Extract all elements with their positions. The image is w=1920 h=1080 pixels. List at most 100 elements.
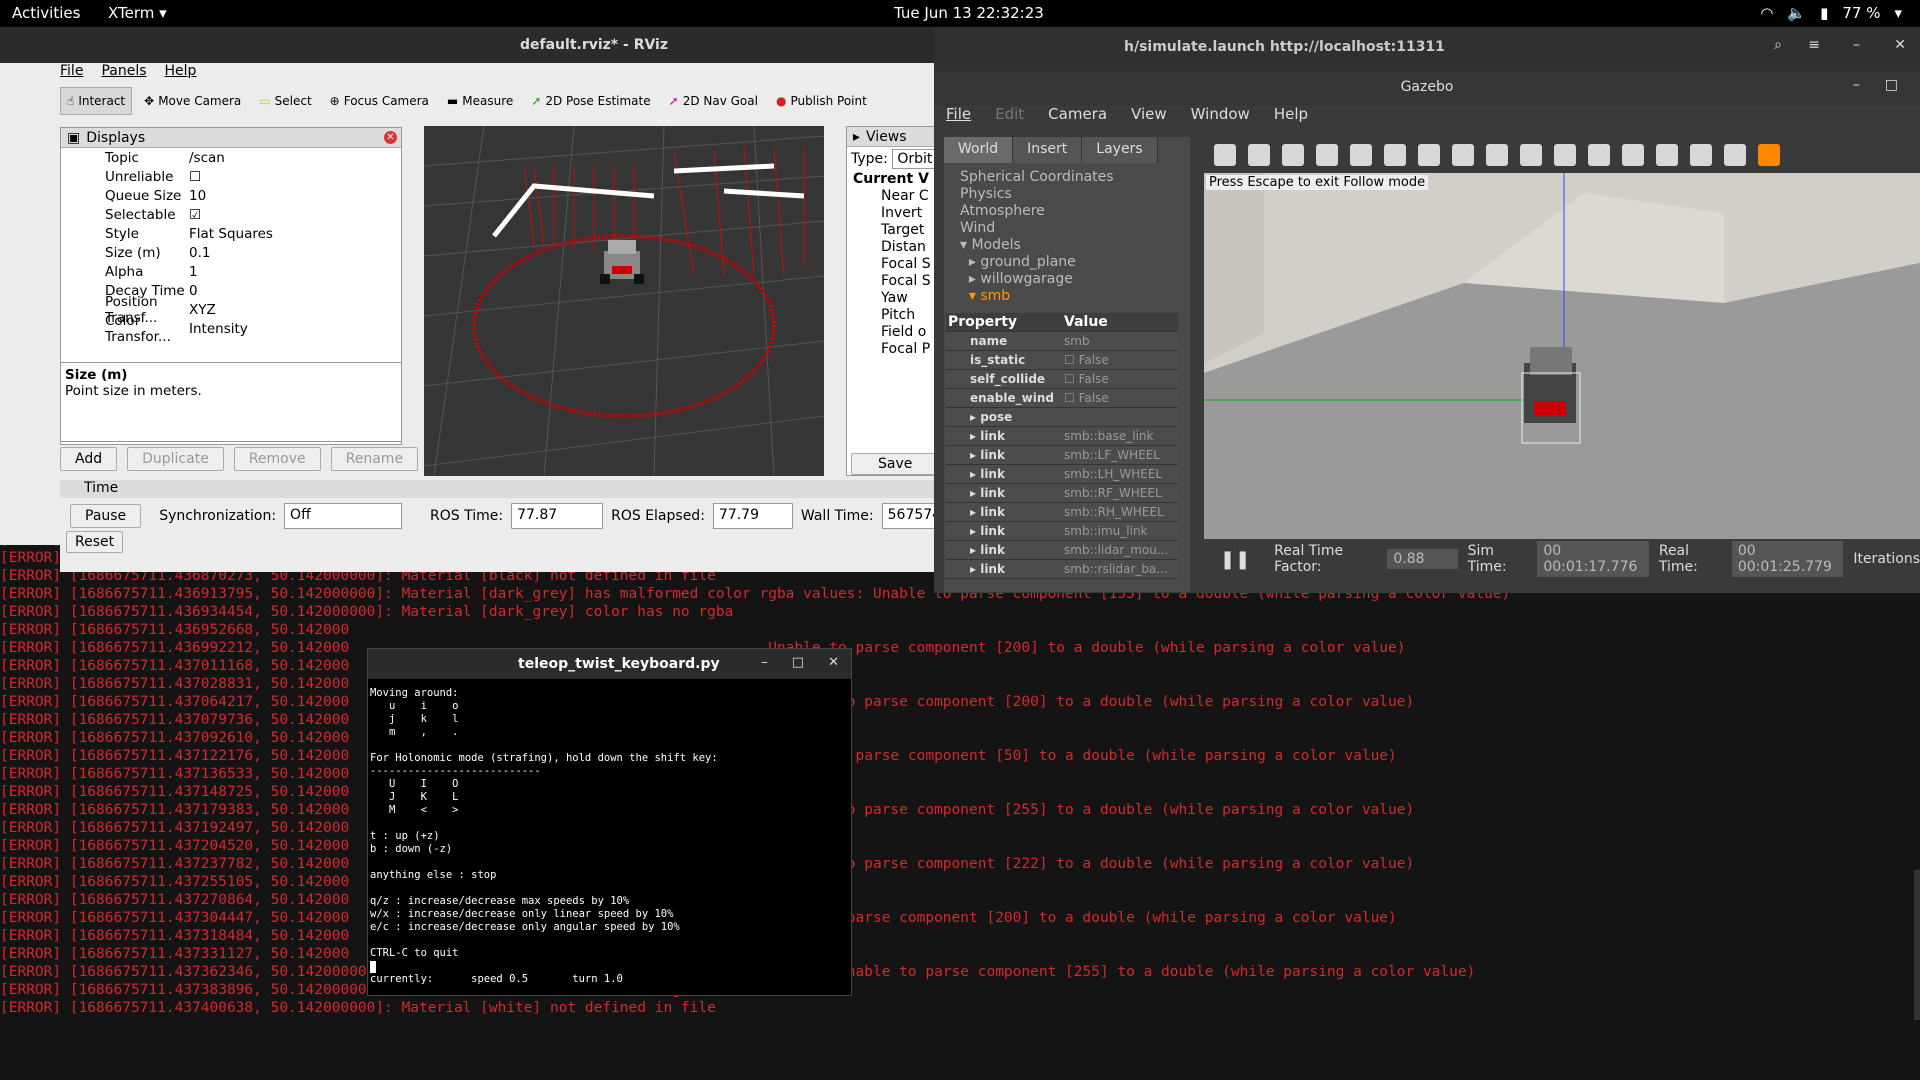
spotlight-icon[interactable] (1554, 144, 1576, 166)
tree-item[interactable]: ▸ ground_plane (960, 254, 1190, 271)
property-row[interactable]: enable_wind ☐ False (946, 389, 1178, 408)
menu-camera[interactable]: Camera (1048, 105, 1107, 123)
menu-view[interactable]: View (1131, 105, 1167, 123)
tree-item[interactable]: Atmosphere (960, 203, 1190, 220)
property-value[interactable]: Intensity (189, 321, 339, 337)
tool-interact[interactable]: ☝ Interact (60, 87, 133, 115)
terminal-scrollbar[interactable] (1914, 870, 1920, 1020)
gazebo-inner-titlebar[interactable]: Gazebo – □ (934, 71, 1920, 105)
property-row[interactable]: ▸ link smb::base_link (946, 427, 1178, 446)
pause-icon[interactable]: ❚❚ (1220, 549, 1250, 570)
sphere-icon[interactable] (1452, 144, 1474, 166)
tool-measure[interactable]: ▬ Measure (441, 87, 519, 115)
search-icon[interactable]: ⌕ (1774, 37, 1782, 53)
minimize-icon[interactable]: – (1853, 77, 1860, 93)
property-row[interactable]: ▸ link smb::LH_WHEEL (946, 465, 1178, 484)
close-icon[interactable]: ✕ (828, 655, 839, 670)
box-icon[interactable] (1418, 144, 1440, 166)
tree-item[interactable]: Wind (960, 220, 1190, 237)
clock[interactable]: Tue Jun 13 22:32:23 (894, 4, 1044, 22)
menu-help[interactable]: Help (1274, 105, 1308, 123)
translate-icon[interactable] (1248, 144, 1270, 166)
property-row[interactable]: ▸ pose (946, 408, 1178, 427)
maximize-icon[interactable]: □ (1885, 77, 1898, 93)
property-value[interactable]: ☑ (189, 207, 339, 223)
views-save-button[interactable]: Save (851, 453, 940, 475)
property-row[interactable]: ▸ link smb::rslidar_ba... (946, 560, 1178, 579)
tool-2d-nav-goal[interactable]: ➚ 2D Nav Goal (663, 87, 764, 115)
property-row[interactable]: self_collide ☐ False (946, 370, 1178, 389)
property-value[interactable]: 10 (189, 188, 339, 204)
gazebo-3d-viewport[interactable]: Press Escape to exit Follow mode (1204, 137, 1920, 567)
duplicate-button[interactable]: Duplicate (127, 447, 224, 471)
scale-icon[interactable] (1316, 144, 1338, 166)
redo-icon[interactable] (1384, 144, 1406, 166)
property-value[interactable]: ☐ (189, 169, 339, 185)
undo-icon[interactable] (1350, 144, 1372, 166)
close-icon[interactable]: ✕ (384, 131, 397, 144)
cylinder-icon[interactable] (1486, 144, 1508, 166)
minimize-icon[interactable]: – (761, 655, 768, 670)
reset-button[interactable]: Reset (66, 531, 124, 553)
property-row[interactable]: ▸ link smb::imu_link (946, 522, 1178, 541)
system-tray[interactable]: ◠ 🔈 ▮ 77 % ▾ (1760, 4, 1902, 22)
property-row[interactable]: ▸ link smb::RF_WHEEL (946, 484, 1178, 503)
property-row[interactable]: Alpha 1 (61, 262, 401, 281)
tab-layers[interactable]: Layers (1082, 137, 1158, 163)
tree-item[interactable]: ▾ smb (960, 288, 1190, 305)
add-button[interactable]: Add (60, 447, 118, 471)
tree-item[interactable]: ▸ willowgarage (960, 271, 1190, 288)
property-row[interactable]: is_static ☐ False (946, 351, 1178, 370)
property-row[interactable]: ▸ link smb::RH_WHEEL (946, 503, 1178, 522)
property-value[interactable]: 0 (189, 283, 339, 299)
tool-focus-camera[interactable]: ⊕ Focus Camera (324, 87, 435, 115)
tab-world[interactable]: World (944, 137, 1014, 163)
property-row[interactable]: Color Transfor... Intensity (61, 313, 401, 345)
menu-icon[interactable]: ≡ (1808, 37, 1820, 53)
activities-button[interactable]: Activities (12, 4, 80, 22)
rviz-3d-viewport[interactable] (424, 126, 824, 476)
snap-icon[interactable] (1724, 144, 1746, 166)
copy-icon[interactable] (1622, 144, 1644, 166)
close-icon[interactable]: ✕ (1894, 37, 1906, 53)
tool-2d-pose[interactable]: ➚ 2D Pose Estimate (525, 87, 656, 115)
property-value[interactable]: 1 (189, 264, 339, 280)
menu-file[interactable]: File (946, 105, 971, 123)
property-row[interactable]: Size (m) 0.1 (61, 243, 401, 262)
pause-button[interactable]: Pause (70, 504, 142, 528)
property-value[interactable]: /scan (189, 150, 339, 166)
sync-select[interactable]: Off (284, 503, 403, 529)
tool-publish-point[interactable]: ● Publish Point (770, 87, 873, 115)
property-row[interactable]: name smb (946, 332, 1178, 351)
property-value[interactable]: XYZ (189, 302, 339, 318)
property-value[interactable]: Flat Squares (189, 226, 339, 242)
menu-panels[interactable]: Panels (101, 63, 146, 83)
orange-icon[interactable] (1758, 144, 1780, 166)
tab-insert[interactable]: Insert (1013, 137, 1083, 163)
select-mode-icon[interactable] (1214, 144, 1236, 166)
tree-item[interactable]: Spherical Coordinates (960, 169, 1190, 186)
tree-item[interactable]: Physics (960, 186, 1190, 203)
views-type-select[interactable]: Orbit (892, 149, 938, 169)
remove-button[interactable]: Remove (233, 447, 321, 471)
ros-elapsed-field[interactable]: 77.79 (712, 503, 793, 529)
sun-icon[interactable] (1520, 144, 1542, 166)
tool-move-camera[interactable]: ✥ Move Camera (138, 87, 247, 115)
teleop-titlebar[interactable]: teleop_twist_keyboard.py – □ ✕ (368, 649, 851, 679)
property-row[interactable]: Selectable ☑ (61, 205, 401, 224)
app-menu[interactable]: XTerm ▾ (108, 4, 167, 22)
maximize-icon[interactable]: □ (792, 655, 804, 670)
property-row[interactable]: Unreliable ☐ (61, 167, 401, 186)
menu-edit[interactable]: Edit (995, 105, 1024, 123)
rename-button[interactable]: Rename (330, 447, 419, 471)
property-row[interactable]: ▸ link smb::LF_WHEEL (946, 446, 1178, 465)
rotate-icon[interactable] (1282, 144, 1304, 166)
tool-select[interactable]: ▭ Select (253, 87, 317, 115)
teleop-output[interactable]: Moving around: u i o j k l m , . For Hol… (368, 679, 851, 994)
menu-help[interactable]: Help (165, 63, 197, 83)
property-row[interactable]: Topic/scan (61, 148, 401, 167)
menu-file[interactable]: File (60, 63, 83, 83)
menu-window[interactable]: Window (1191, 105, 1250, 123)
dirlight-icon[interactable] (1588, 144, 1610, 166)
property-row[interactable]: Queue Size 10 (61, 186, 401, 205)
